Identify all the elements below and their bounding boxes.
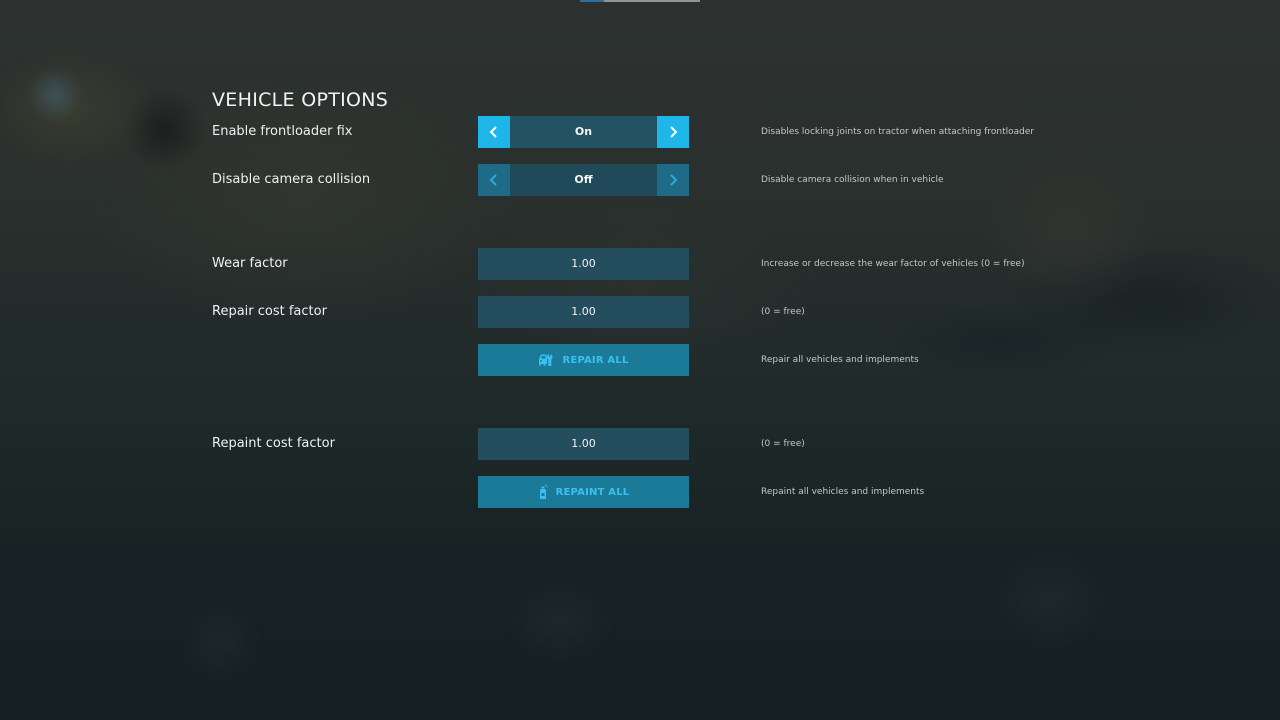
setting-label: Repair cost factor — [212, 304, 327, 319]
setting-description: (0 = free) — [761, 307, 805, 317]
toggle-value: Off — [510, 164, 657, 196]
setting-label: Enable frontloader fix — [212, 124, 353, 139]
spray-can-icon — [539, 484, 548, 499]
repair-all-button[interactable]: REPAIR ALL — [478, 344, 689, 376]
chevron-right-icon — [670, 174, 678, 186]
wrench-vehicle-icon — [539, 354, 553, 366]
setting-row-repair-all: REPAIR ALL Repair all vehicles and imple… — [212, 344, 1112, 376]
setting-description: Repair all vehicles and implements — [761, 355, 919, 365]
repair-cost-factor-input[interactable]: 1.00 — [478, 296, 689, 328]
setting-row-frontloader-fix: Enable frontloader fix On Disables locki… — [212, 116, 1112, 148]
scroll-indicator-track — [604, 0, 700, 2]
setting-label: Disable camera collision — [212, 172, 371, 187]
wear-factor-input[interactable]: 1.00 — [478, 248, 689, 280]
repaint-all-label: REPAINT ALL — [555, 486, 630, 498]
setting-description: Increase or decrease the wear factor of … — [761, 259, 1025, 269]
setting-label: Wear factor — [212, 256, 288, 271]
chevron-left-icon — [489, 126, 497, 138]
toggle-next-button[interactable] — [657, 164, 689, 196]
toggle-previous-button[interactable] — [478, 116, 510, 148]
toggle-value: On — [510, 116, 657, 148]
chevron-left-icon — [489, 174, 497, 186]
chevron-right-icon — [670, 126, 678, 138]
scroll-indicator-thumb[interactable] — [580, 0, 604, 2]
setting-description: Repaint all vehicles and implements — [761, 487, 925, 497]
setting-description: (0 = free) — [761, 439, 805, 449]
toggle-next-button[interactable] — [657, 116, 689, 148]
setting-label: Repaint cost factor — [212, 436, 335, 451]
setting-row-repaint-cost-factor: Repaint cost factor 1.00 (0 = free) — [212, 428, 1112, 460]
camera-collision-toggle[interactable]: Off — [478, 164, 689, 196]
setting-description: Disable camera collision when in vehicle — [761, 175, 944, 185]
repaint-all-button[interactable]: REPAINT ALL — [478, 476, 689, 508]
frontloader-fix-toggle[interactable]: On — [478, 116, 689, 148]
repair-all-label: REPAIR ALL — [562, 354, 629, 366]
page-scroll-indicator[interactable] — [580, 0, 700, 2]
page-title: VEHICLE OPTIONS — [212, 88, 389, 111]
setting-description: Disables locking joints on tractor when … — [761, 127, 1035, 137]
repaint-cost-factor-input[interactable]: 1.00 — [478, 428, 689, 460]
setting-row-repair-cost-factor: Repair cost factor 1.00 (0 = free) — [212, 296, 1112, 328]
setting-row-wear-factor: Wear factor 1.00 Increase or decrease th… — [212, 248, 1112, 280]
setting-row-repaint-all: REPAINT ALL Repaint all vehicles and imp… — [212, 476, 1112, 508]
toggle-previous-button[interactable] — [478, 164, 510, 196]
setting-row-camera-collision: Disable camera collision Off Disable cam… — [212, 164, 1112, 196]
